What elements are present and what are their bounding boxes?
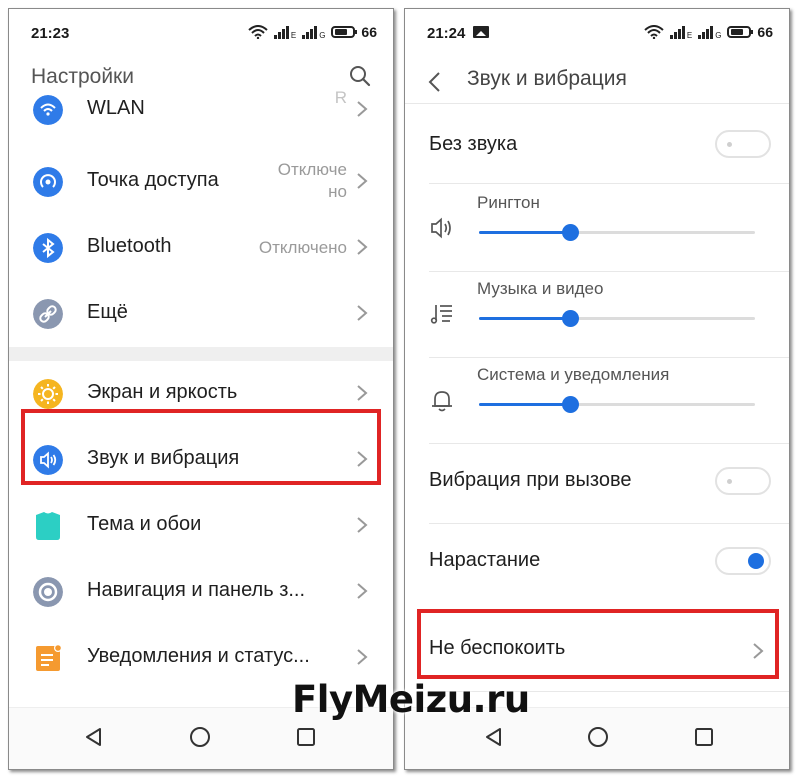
chevron-right-icon — [357, 101, 368, 117]
page-title: Звук и вибрация — [467, 67, 627, 90]
network-type-label: G — [715, 31, 722, 40]
silent-mode-row: Без звука — [405, 113, 789, 183]
bell-icon — [432, 391, 452, 412]
status-time: 21:24 — [427, 25, 466, 42]
recents-nav-icon[interactable] — [295, 726, 317, 748]
back-nav-icon[interactable] — [83, 726, 105, 748]
back-nav-icon[interactable] — [483, 726, 505, 748]
settings-item-label: Уведомления и статус... — [87, 645, 310, 667]
home-nav-icon[interactable] — [189, 726, 211, 748]
section-divider — [9, 347, 393, 361]
silent-mode-toggle[interactable] — [715, 130, 771, 158]
wifi-status-icon — [248, 25, 268, 39]
header-divider — [405, 103, 789, 104]
watermark: FlyMeizu.ru — [292, 678, 530, 721]
battery-icon — [727, 26, 754, 38]
vibrate-label: Вибрация при вызове — [429, 469, 632, 491]
settings-item-label: Экран и яркость — [87, 381, 238, 403]
chevron-right-icon — [357, 649, 368, 665]
chevron-right-icon — [357, 385, 368, 401]
settings-item-bluetooth[interactable]: Bluetooth Отключено — [9, 215, 393, 281]
network-type-label: E — [290, 31, 297, 40]
highlight-frame — [417, 609, 779, 679]
volume-media: Музыка и видео — [405, 271, 789, 357]
settings-item-value: R — [334, 88, 347, 107]
signal-icon — [302, 25, 318, 39]
speaker-outline-icon — [431, 217, 451, 239]
volume-ringtone: Рингтон — [405, 185, 789, 271]
wifi-status-icon — [644, 25, 664, 39]
volume-slider-fill — [479, 317, 571, 320]
chevron-right-icon — [357, 173, 368, 189]
chevron-right-icon — [357, 517, 368, 533]
silent-mode-label: Без звука — [429, 133, 518, 155]
status-bar: 21:23 E G 66 — [9, 9, 393, 59]
volume-label: Рингтон — [477, 193, 540, 212]
network-type-label: G — [319, 31, 326, 40]
volume-label: Система и уведомления — [477, 365, 670, 384]
settings-item-navigation[interactable]: Навигация и панель з... — [9, 559, 393, 625]
settings-item-label: Ещё — [87, 301, 128, 323]
battery-level: 66 — [757, 24, 773, 40]
recents-nav-icon[interactable] — [693, 726, 715, 748]
volume-slider[interactable] — [479, 224, 755, 241]
settings-item-more[interactable]: Ещё — [9, 281, 393, 347]
image-notification-icon — [473, 26, 489, 38]
wifi-icon — [33, 95, 63, 125]
link-icon — [33, 299, 63, 329]
sun-icon — [33, 379, 63, 409]
signal-icon — [273, 25, 289, 39]
chevron-right-icon — [357, 583, 368, 599]
home-nav-icon[interactable] — [587, 726, 609, 748]
bluetooth-icon — [33, 233, 63, 263]
volume-label: Музыка и видео — [477, 279, 604, 298]
status-time: 21:23 — [31, 25, 70, 42]
settings-item-label: WLAN — [87, 97, 145, 119]
music-list-icon — [430, 305, 452, 324]
settings-item-label: Bluetooth — [87, 235, 172, 257]
signal-icon — [698, 25, 714, 39]
chevron-right-icon — [357, 305, 368, 321]
volume-slider-thumb[interactable] — [562, 396, 580, 413]
hotspot-icon — [33, 167, 63, 197]
vibrate-toggle[interactable] — [715, 467, 771, 495]
fade-in-toggle[interactable] — [715, 547, 771, 575]
fade-in-label: Нарастание — [429, 549, 541, 571]
settings-item-hotspot[interactable]: Точка доступа Отключе но — [9, 149, 393, 215]
notification-icon — [36, 644, 62, 671]
settings-item-label: Навигация и панель з... — [87, 579, 306, 601]
volume-slider-fill — [479, 231, 571, 234]
status-bar: 21:24 E G 66 — [405, 9, 789, 59]
row-divider — [429, 183, 789, 184]
volume-slider[interactable] — [479, 310, 755, 327]
volume-system: Система и уведомления — [405, 357, 789, 443]
row-divider — [429, 443, 789, 444]
settings-item-label: Тема и обои — [87, 513, 202, 535]
signal-icon — [669, 25, 685, 39]
battery-level: 66 — [361, 24, 377, 40]
volume-slider-fill — [479, 403, 571, 406]
page-header: Звук и вибрация — [405, 65, 789, 105]
volume-slider-thumb[interactable] — [562, 310, 580, 327]
settings-item-value: Отключено — [258, 238, 347, 257]
fade-in-row: Нарастание — [405, 525, 789, 603]
back-arrow-icon[interactable] — [427, 71, 441, 93]
battery-icon — [331, 26, 358, 38]
settings-item-wlan[interactable]: WLAN R — [9, 77, 393, 143]
shirt-icon — [36, 512, 60, 540]
row-divider — [429, 523, 789, 524]
highlight-frame — [21, 409, 381, 485]
vibrate-row: Вибрация при вызове — [405, 445, 789, 523]
chevron-right-icon — [357, 239, 368, 255]
volume-slider-thumb[interactable] — [562, 224, 580, 241]
network-type-label: E — [686, 31, 693, 40]
settings-screen: 21:23 E G 66 Настройки WLAN R Точка дост… — [8, 8, 394, 770]
settings-item-label: Точка доступа — [87, 169, 219, 191]
sound-settings-screen: 21:24 E G 66 Звук и вибрация Без звука Р… — [404, 8, 790, 770]
volume-slider[interactable] — [479, 396, 755, 413]
settings-item-value: Отключено — [277, 160, 347, 201]
settings-item-theme[interactable]: Тема и обои — [9, 493, 393, 559]
target-icon — [33, 577, 63, 607]
